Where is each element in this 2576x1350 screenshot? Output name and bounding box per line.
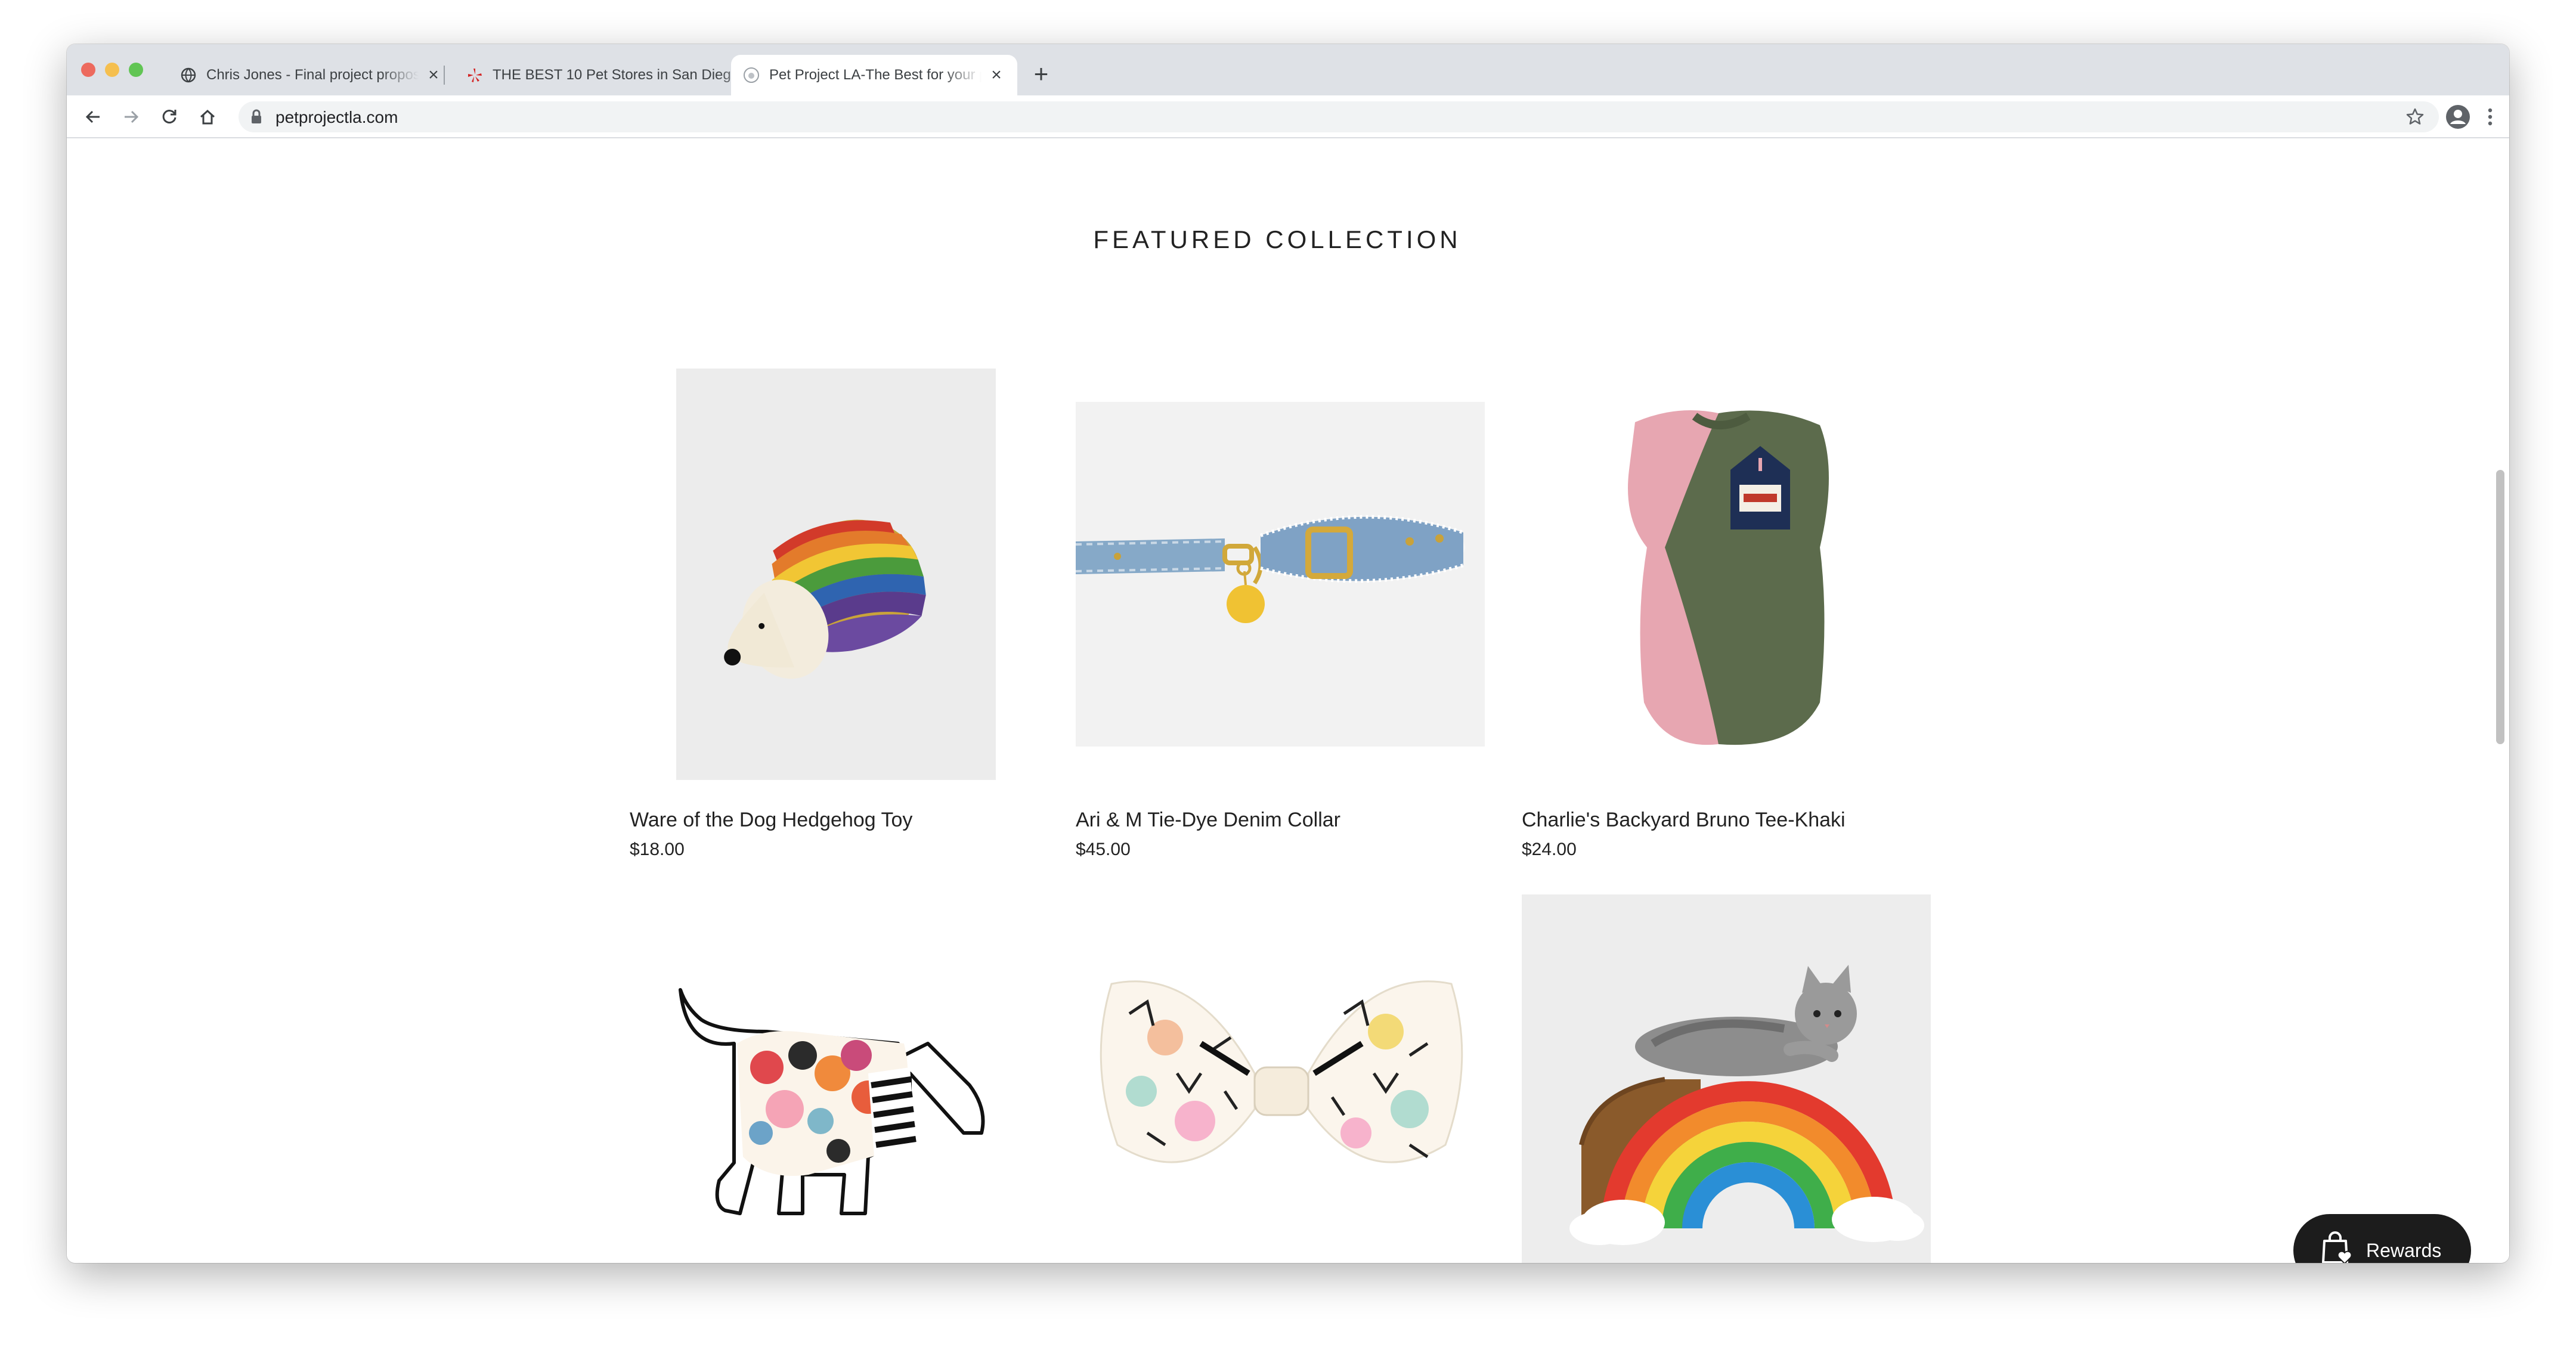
product-card[interactable] [1522,894,1937,1263]
account-icon [2446,105,2470,129]
tab-close-icon[interactable]: × [425,65,442,85]
tab-close-icon[interactable]: × [987,65,1005,85]
product-card[interactable]: Ari & M Tie-Dye Denim Collar $45.00 [1075,369,1491,881]
tab-title: Chris Jones - Final project proposal [206,67,419,83]
back-button[interactable] [79,103,107,131]
more-vertical-icon [2488,108,2493,126]
product-image-dog-tee[interactable] [1522,369,1937,786]
product-image-hedgehog[interactable] [630,369,1045,786]
product-price: $24.00 [1522,840,1577,859]
product-card[interactable]: Ware of the Dog Hedgehog Toy $18.00 [630,369,1045,881]
arrow-left-icon [85,110,100,123]
rewards-label: Rewards [2366,1239,2442,1261]
tab-strip: Chris Jones - Final project proposal × T… [67,44,2509,95]
product-name[interactable]: Ware of the Dog Hedgehog Toy [630,809,912,832]
window-minimize-button[interactable] [105,63,119,77]
home-icon [200,109,215,125]
rewards-button[interactable]: Rewards [2293,1214,2471,1263]
page-content: FEATURED COLLECTION Ware of the Dog Hedg… [67,138,2509,1263]
product-image-bow-tie[interactable] [1076,894,1491,1263]
product-name[interactable]: Charlie's Backyard Bruno Tee-Khaki [1522,809,1846,832]
product-image-floral-sweater[interactable] [630,894,1045,1263]
page-scrollbar[interactable] [2496,470,2504,744]
browser-window: Chris Jones - Final project proposal × T… [67,44,2509,1263]
tab-divider [444,66,445,85]
profile-avatar-button[interactable] [2444,103,2472,131]
home-button[interactable] [193,103,222,131]
product-price: $18.00 [630,840,685,859]
star-icon[interactable] [2405,107,2425,129]
window-maximize-button[interactable] [129,63,143,77]
tab-title: THE BEST 10 Pet Stores in San Diego [493,67,739,83]
tab-pet-project[interactable]: Pet Project LA-The Best for your pet × [731,55,1017,95]
product-price: $45.00 [1076,840,1131,859]
product-image-denim-collar[interactable] [1075,369,1491,786]
product-image-rainbow-scratcher[interactable] [1522,894,1937,1263]
browser-toolbar: petprojectla.com [67,95,2509,138]
url-text[interactable]: petprojectla.com [275,108,398,127]
address-bar[interactable]: petprojectla.com [239,101,2439,132]
lock-icon [250,109,262,128]
reload-button[interactable] [155,103,184,131]
tab-title: Pet Project LA-The Best for your pet [769,67,982,83]
globe-icon [180,67,197,83]
forward-button[interactable] [117,103,145,131]
arrow-right-icon [125,110,139,123]
product-card[interactable]: Charlie's Backyard Bruno Tee-Khaki $24.0… [1522,369,1937,881]
petproject-favicon [743,67,760,83]
shopping-bag-heart-icon [2321,1231,2352,1263]
browser-menu-button[interactable] [2479,103,2501,131]
section-title: FEATURED COLLECTION [1093,225,1462,253]
product-card[interactable] [630,894,1045,1263]
window-close-button[interactable] [81,63,95,77]
product-card[interactable] [1076,894,1491,1263]
new-tab-button[interactable]: + [1028,61,1054,88]
product-name[interactable]: Ari & M Tie-Dye Denim Collar [1076,809,1340,832]
yelp-icon [466,67,483,83]
reload-icon [162,110,177,123]
tab-chris-jones[interactable]: Chris Jones - Final project proposal × [168,55,454,95]
